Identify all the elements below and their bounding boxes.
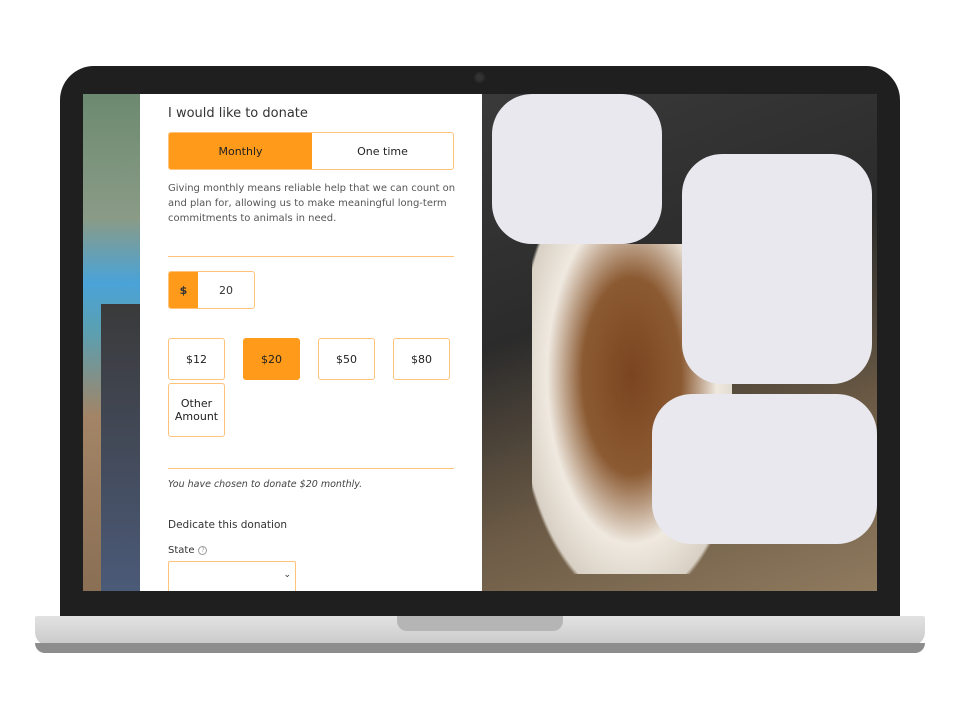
- amount-value[interactable]: 20: [198, 272, 254, 308]
- glove: [492, 94, 662, 244]
- glove: [682, 154, 872, 384]
- frequency-description: Giving monthly means reliable help that …: [168, 183, 456, 224]
- glove: [652, 394, 877, 544]
- state-select[interactable]: ⌄: [168, 561, 296, 591]
- divider: [168, 256, 454, 257]
- laptop-screen: I would like to donate Monthly One time …: [83, 94, 877, 591]
- currency-symbol: $: [169, 272, 198, 308]
- amount-20-button[interactable]: $20: [243, 338, 300, 380]
- divider: [168, 468, 454, 469]
- webcam: [474, 72, 485, 83]
- chevron-down-icon: ⌄: [283, 570, 291, 580]
- question-circle-icon[interactable]: ?: [198, 546, 208, 555]
- amount-12-button[interactable]: $12: [168, 338, 225, 380]
- laptop-base-edge: [35, 643, 925, 653]
- dedicate-heading: Dedicate this donation: [168, 519, 288, 531]
- monthly-tab[interactable]: Monthly: [169, 133, 312, 169]
- frequency-toggle: Monthly One time: [168, 132, 454, 170]
- amount-80-button[interactable]: $80: [393, 338, 450, 380]
- donation-form: I would like to donate Monthly One time …: [140, 94, 482, 591]
- amount-50-button[interactable]: $50: [318, 338, 375, 380]
- amount-input[interactable]: $ 20: [168, 271, 255, 309]
- state-label-row: State ?: [168, 545, 454, 556]
- donation-summary: You have chosen to donate $20 monthly.: [168, 479, 363, 490]
- form-heading: I would like to donate: [168, 106, 308, 121]
- puppy-photo: [482, 94, 877, 591]
- state-label: State: [168, 545, 195, 556]
- laptop-notch: [397, 616, 563, 631]
- preset-amounts: $12 $20 $50 $80 Other Amount: [168, 338, 454, 437]
- background-photo-left: [83, 94, 141, 591]
- one-time-tab[interactable]: One time: [312, 133, 453, 169]
- other-amount-button[interactable]: Other Amount: [168, 383, 225, 437]
